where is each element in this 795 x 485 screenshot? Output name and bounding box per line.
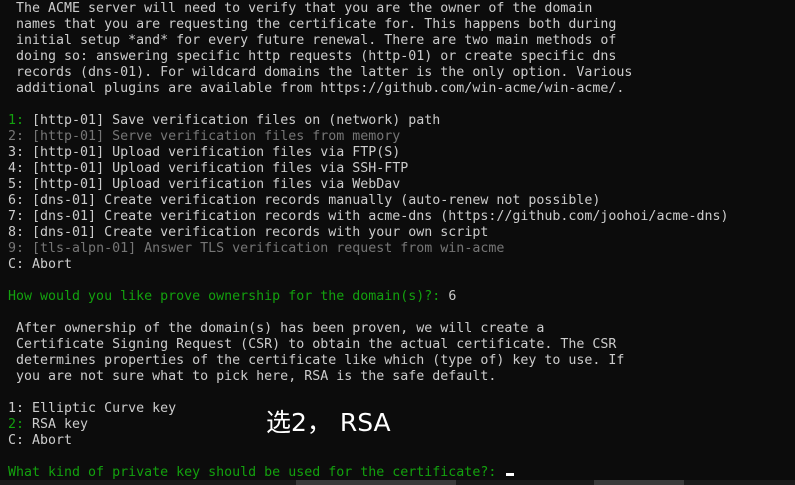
ownership-prompt-question: How would you like prove ownership for t… bbox=[8, 289, 449, 304]
validation-option-4: 4: [http-01] Upload verification files v… bbox=[8, 161, 409, 176]
intro-line: initial setup *and* for every future ren… bbox=[8, 33, 617, 48]
validation-option-1: 1: [http-01] Save verification files on … bbox=[8, 113, 441, 128]
bottom-scrollbar[interactable] bbox=[0, 480, 795, 485]
annotation-note: 选2， RSA bbox=[266, 408, 391, 437]
csr-line: After ownership of the domain(s) has bee… bbox=[8, 321, 545, 336]
ownership-prompt: How would you like prove ownership for t… bbox=[8, 289, 729, 305]
validation-option-7: 7: [dns-01] Create verification records … bbox=[8, 209, 729, 224]
intro-line: doing so: answering specific http reques… bbox=[8, 49, 617, 64]
validation-option-6: 6: [dns-01] Create verification records … bbox=[8, 193, 601, 208]
csr-line: you are not sure what to pick here, RSA … bbox=[8, 369, 497, 384]
key-prompt[interactable]: What kind of private key should be used … bbox=[8, 465, 729, 481]
validation-option-abort: C: Abort bbox=[8, 257, 73, 272]
intro-line: additional plugins are available from ht… bbox=[8, 81, 625, 96]
intro-line: The ACME server will need to verify that… bbox=[8, 1, 593, 16]
validation-option-3: 3: [http-01] Upload verification files v… bbox=[8, 145, 401, 160]
intro-line: names that you are requesting the certif… bbox=[8, 17, 617, 32]
ownership-prompt-answer: 6 bbox=[448, 289, 457, 304]
scrollbar-segment bbox=[594, 480, 684, 485]
validation-option-9: 9: [tls-alpn-01] Answer TLS verification… bbox=[8, 241, 505, 256]
validation-option-8: 8: [dns-01] Create verification records … bbox=[8, 225, 489, 240]
console-window[interactable]: The ACME server will need to verify that… bbox=[0, 0, 795, 485]
validation-option-2: 2: [http-01] Serve verification files fr… bbox=[8, 129, 401, 144]
scrollbar-thumb[interactable] bbox=[296, 480, 456, 485]
csr-line: determines properties of the certificate… bbox=[8, 353, 625, 368]
validation-option-5: 5: [http-01] Upload verification files v… bbox=[8, 177, 401, 192]
text-cursor bbox=[506, 473, 515, 476]
intro-line: records (dns-01). For wildcard domains t… bbox=[8, 65, 633, 80]
csr-line: Certificate Signing Request (CSR) to obt… bbox=[8, 337, 617, 352]
key-prompt-question: What kind of private key should be used … bbox=[8, 465, 505, 480]
